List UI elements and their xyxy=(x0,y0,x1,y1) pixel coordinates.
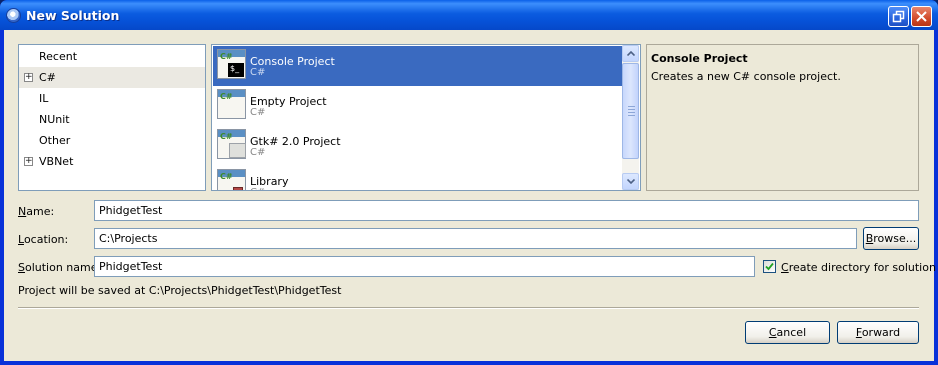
template-language: C# xyxy=(250,107,266,118)
cancel-button[interactable]: Cancel xyxy=(745,321,830,344)
description-title: Console Project xyxy=(651,52,748,65)
category-tree[interactable]: Recent + C# IL NUnit Other + VBNet xyxy=(18,44,206,191)
monodevelop-app-icon xyxy=(6,8,21,23)
restore-icon xyxy=(892,10,905,23)
scroll-thumb[interactable] xyxy=(622,63,639,159)
solution-name-label: Solution name: xyxy=(18,261,102,274)
category-item-il[interactable]: IL xyxy=(19,88,205,109)
template-item-empty-project[interactable]: C# Empty Project C# xyxy=(213,86,622,126)
location-input[interactable] xyxy=(94,228,857,249)
template-description-panel: Console Project Creates a new C# console… xyxy=(646,44,919,191)
category-item-other[interactable]: Other xyxy=(19,130,205,151)
forward-button[interactable]: Forward xyxy=(837,321,919,344)
template-list[interactable]: C# $_ Console Project C# C# Empty Projec… xyxy=(211,44,641,191)
title-bar[interactable]: New Solution xyxy=(0,0,938,30)
create-directory-checkbox[interactable] xyxy=(763,260,776,273)
category-label: IL xyxy=(39,92,49,105)
separator xyxy=(18,307,919,309)
category-label: NUnit xyxy=(39,113,70,126)
new-solution-window: New Solution Recent + C# IL NUnit Other … xyxy=(0,0,938,365)
scroll-up-button[interactable] xyxy=(622,45,639,62)
dialog-body: Recent + C# IL NUnit Other + VBNet C# $_… xyxy=(4,30,936,361)
category-label: Other xyxy=(39,134,71,147)
browse-button[interactable]: Browse... xyxy=(863,227,919,250)
description-text: Creates a new C# console project. xyxy=(651,70,841,83)
category-item-csharp[interactable]: + C# xyxy=(19,67,205,88)
category-item-recent[interactable]: Recent xyxy=(19,46,205,67)
name-input[interactable] xyxy=(94,200,919,221)
solution-name-input[interactable] xyxy=(94,256,755,277)
template-item-gtk-project[interactable]: C# Gtk# 2.0 Project C# xyxy=(213,126,622,166)
create-directory-label[interactable]: Create directory for solution xyxy=(781,261,936,274)
template-language: C# xyxy=(250,67,266,78)
empty-project-icon: C# xyxy=(217,89,246,119)
category-item-vbnet[interactable]: + VBNet xyxy=(19,151,205,172)
save-path-text: Project will be saved at C:\Projects\Phi… xyxy=(18,284,342,297)
console-project-icon: C# $_ xyxy=(217,49,246,79)
template-item-console-project[interactable]: C# $_ Console Project C# xyxy=(213,46,622,86)
expand-icon[interactable]: + xyxy=(24,73,33,82)
window-title: New Solution xyxy=(26,8,120,23)
category-label: Recent xyxy=(39,50,78,63)
category-item-nunit[interactable]: NUnit xyxy=(19,109,205,130)
name-label: Name: xyxy=(18,205,55,218)
close-icon xyxy=(916,11,927,22)
scroll-down-button[interactable] xyxy=(622,173,639,190)
chevron-up-icon xyxy=(626,51,635,56)
expand-icon[interactable]: + xyxy=(24,157,33,166)
template-scrollbar[interactable] xyxy=(622,45,639,190)
category-label: VBNet xyxy=(39,155,74,168)
checkmark-icon xyxy=(765,262,774,271)
template-language: C# xyxy=(250,187,265,190)
template-language: C# xyxy=(250,147,266,158)
category-label: C# xyxy=(39,71,56,84)
location-label: Location: xyxy=(18,233,69,246)
template-item-library[interactable]: C# Library C# xyxy=(213,166,622,190)
chevron-down-icon xyxy=(626,179,635,184)
library-icon: C# xyxy=(217,169,246,190)
gtk-project-icon: C# xyxy=(217,129,246,159)
close-button[interactable] xyxy=(911,6,932,27)
restore-button[interactable] xyxy=(888,6,909,27)
